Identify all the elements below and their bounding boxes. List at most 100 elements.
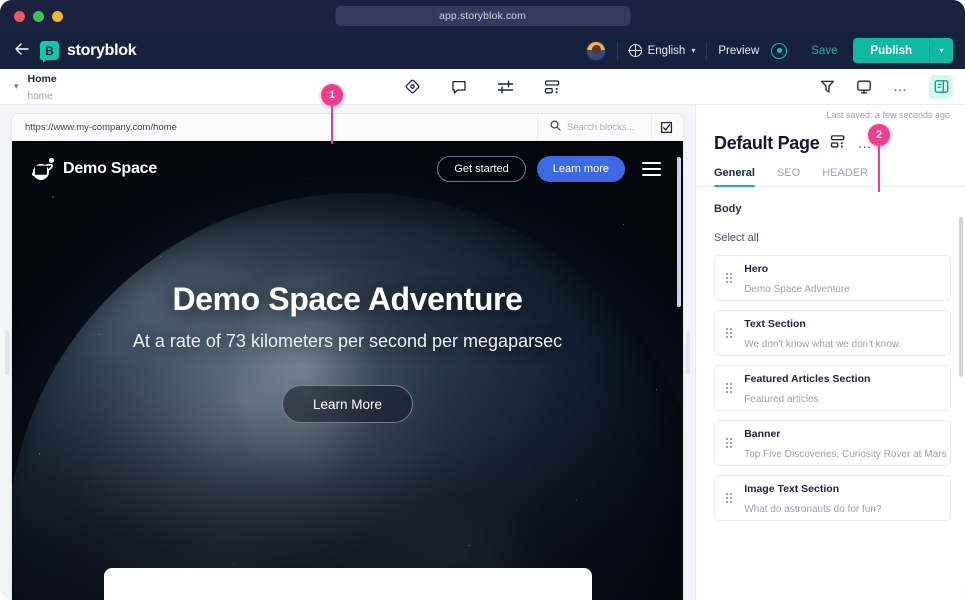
list-item[interactable]: Banner Top Five Discoveries, Curiosity R… [714, 420, 951, 466]
storyblok-logo-icon: B [40, 41, 59, 63]
browser-chrome-bar: app.storyblok.com [0, 0, 965, 32]
blocks-icon[interactable] [830, 134, 846, 154]
more-icon[interactable]: … [893, 79, 908, 94]
block-title: Text Section [744, 318, 806, 330]
site-logo[interactable]: Demo Space [30, 158, 158, 180]
site-preview: Demo Space Get started Learn more Demo S… [12, 141, 683, 600]
hamburger-menu-icon[interactable] [642, 162, 661, 176]
preview-frame-tools [537, 114, 680, 141]
hero-section: Demo Space Adventure At a rate of 73 kil… [12, 197, 683, 423]
publish-dropdown-button[interactable]: ▾ [929, 38, 953, 63]
globe-icon [628, 43, 642, 57]
target-icon[interactable] [771, 42, 788, 59]
storyblok-logo-letter: B [45, 43, 54, 58]
list-item[interactable]: Hero Demo Space Adventure [714, 255, 951, 301]
hero-subtitle: At a rate of 73 kilometers per second pe… [132, 331, 563, 351]
sliders-icon[interactable] [497, 79, 514, 95]
storyblok-brand-name: storyblok [67, 41, 137, 59]
list-item[interactable]: Image Text Section What do astronauts do… [714, 475, 951, 521]
block-title: Featured Articles Section [744, 373, 871, 385]
breadcrumb[interactable]: ▾ Home home [14, 70, 57, 104]
annotation-marker-2: 2 [868, 124, 890, 192]
planet-icon [30, 158, 55, 180]
side-panel-scrollbar[interactable] [959, 217, 963, 377]
search-blocks-input[interactable] [567, 121, 637, 133]
toolbar-right-icons: … [820, 74, 953, 99]
search-blocks-field[interactable] [537, 114, 651, 141]
browser-address-bar[interactable]: app.storyblok.com [335, 6, 630, 26]
language-label: English [647, 44, 686, 57]
comment-icon[interactable] [451, 79, 467, 95]
minimize-window-button[interactable] [52, 10, 63, 22]
block-subtitle: Demo Space Adventure [744, 284, 850, 295]
next-section-card [103, 568, 592, 600]
preview-pane: https://www.my-company.com/home Search b… [0, 105, 695, 600]
publish-button[interactable]: Publish [853, 38, 929, 63]
content-side-panel: Last saved: a few seconds ago Default Pa… [695, 105, 965, 600]
tab-seo[interactable]: SEO [777, 167, 800, 186]
site-logo-text: Demo Space [63, 160, 158, 177]
side-panel-body: Body Select all Hero Demo Space Adventur… [696, 187, 965, 600]
blocks-icon[interactable] [544, 79, 561, 95]
preview-url[interactable]: https://www.my-company.com/home [25, 122, 177, 133]
drag-handle-icon[interactable] [726, 437, 733, 449]
block-title: Banner [744, 428, 781, 440]
drag-handle-icon[interactable] [726, 382, 733, 394]
hero-learn-more-button[interactable]: Learn More [281, 385, 414, 423]
side-panel-tabs: General SEO HEADER [696, 154, 965, 187]
block-subtitle: Top Five Discoveries, Curiosity Rover at… [744, 449, 947, 460]
tab-general[interactable]: General [714, 167, 755, 187]
maximize-window-button[interactable] [33, 10, 44, 22]
drag-handle-icon[interactable] [726, 492, 733, 504]
learn-more-nav-button[interactable]: Learn more [536, 156, 625, 182]
chevron-down-icon: ▾ [691, 46, 696, 55]
drag-handle-icon[interactable] [726, 272, 733, 284]
page-slug: home [27, 90, 53, 102]
preview-scrollbar[interactable] [677, 157, 681, 307]
side-panel-header: Default Page … [696, 120, 965, 154]
editor-toolbar: ▾ Home home … [0, 69, 965, 105]
preview-frame-topbar: https://www.my-company.com/home [12, 114, 683, 141]
hero-title: Demo Space Adventure [172, 281, 523, 317]
save-button[interactable]: Save [799, 45, 849, 57]
block-subtitle: Featured articles [744, 394, 819, 405]
select-all-link[interactable]: Select all [714, 232, 951, 244]
storyblok-brand[interactable]: B storyblok [40, 41, 137, 63]
annotation-marker-2-stem [877, 146, 881, 192]
diamond-dot-icon[interactable] [404, 78, 421, 95]
get-started-button[interactable]: Get started [437, 156, 526, 182]
block-title: Image Text Section [744, 483, 840, 495]
tab-header[interactable]: HEADER [822, 167, 868, 186]
annotation-marker-1-stem [330, 106, 334, 144]
screen-icon[interactable] [856, 79, 872, 95]
panel-toggle-icon[interactable] [929, 74, 953, 99]
preview-resize-handle-right[interactable] [686, 330, 690, 375]
block-text: Featured Articles Section Featured artic… [744, 368, 870, 408]
user-avatar[interactable] [585, 40, 606, 61]
list-item[interactable]: Featured Articles Section Featured artic… [714, 365, 951, 411]
editor-body: https://www.my-company.com/home Search b… [0, 105, 965, 600]
close-window-button[interactable] [14, 10, 25, 22]
window-traffic-lights [14, 10, 63, 22]
app-top-bar: B storyblok English ▾ Preview Save Publi… [0, 32, 965, 69]
back-arrow-icon[interactable] [14, 43, 30, 58]
breadcrumb-text: Home home [28, 70, 57, 104]
block-text: Hero Demo Space Adventure [744, 258, 850, 298]
annotation-marker-2-number: 2 [868, 124, 890, 146]
language-selector[interactable]: English ▾ [628, 43, 696, 57]
preview-resize-handle-left[interactable] [5, 330, 9, 375]
block-text: Text Section We don't know what we don't… [744, 313, 901, 353]
block-subtitle: We don't know what we don't know. [744, 339, 902, 350]
edit-mode-icon[interactable] [651, 114, 680, 141]
drag-handle-icon[interactable] [726, 327, 733, 339]
block-subtitle: What do astronauts do for fun? [744, 504, 882, 515]
preview-button[interactable]: Preview [718, 45, 759, 57]
list-item[interactable]: Text Section We don't know what we don't… [714, 310, 951, 356]
preview-browser-frame: https://www.my-company.com/home Search b… [12, 114, 683, 600]
site-nav-actions: Get started Learn more [437, 156, 661, 182]
chevron-down-icon[interactable]: ▾ [14, 81, 19, 92]
app-window: app.storyblok.com B storyblok English ▾ … [0, 0, 965, 600]
annotation-marker-1-number: 1 [321, 84, 343, 106]
filter-icon[interactable] [820, 79, 835, 95]
app-bar-actions: English ▾ Preview Save Publish ▾ [585, 32, 953, 69]
